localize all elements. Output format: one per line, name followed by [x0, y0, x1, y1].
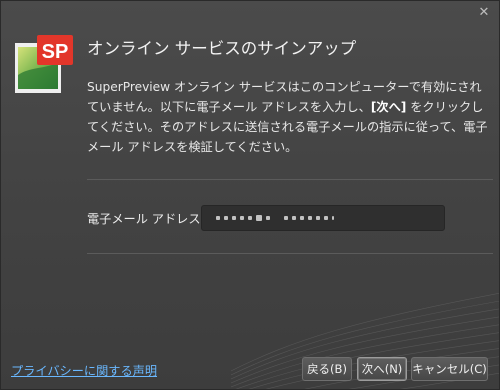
- description-next-emphasis: [次へ]: [370, 100, 407, 114]
- email-value-obscured: [216, 214, 334, 222]
- back-button[interactable]: 戻る(B): [302, 357, 352, 381]
- signup-dialog: ✕ SP オンライン サービスのサインアップ SuperPreview オンライ…: [0, 0, 500, 390]
- divider-top: [87, 179, 493, 180]
- superpreview-logo-icon: SP: [15, 35, 73, 93]
- email-label: 電子メール アドレス: [87, 212, 201, 226]
- divider-bottom: [87, 253, 493, 254]
- close-icon[interactable]: ✕: [475, 4, 493, 22]
- dialog-title: オンライン サービスのサインアップ: [87, 39, 357, 58]
- logo-text: SP: [42, 41, 69, 63]
- next-button[interactable]: 次へ(N): [357, 357, 407, 381]
- cancel-button[interactable]: キャンセル(C): [411, 357, 488, 381]
- privacy-statement-link[interactable]: プライバシーに関する声明: [11, 361, 157, 379]
- dialog-description: SuperPreview オンライン サービスはこのコンピューターで有効にされて…: [87, 77, 492, 157]
- email-field[interactable]: [201, 205, 445, 231]
